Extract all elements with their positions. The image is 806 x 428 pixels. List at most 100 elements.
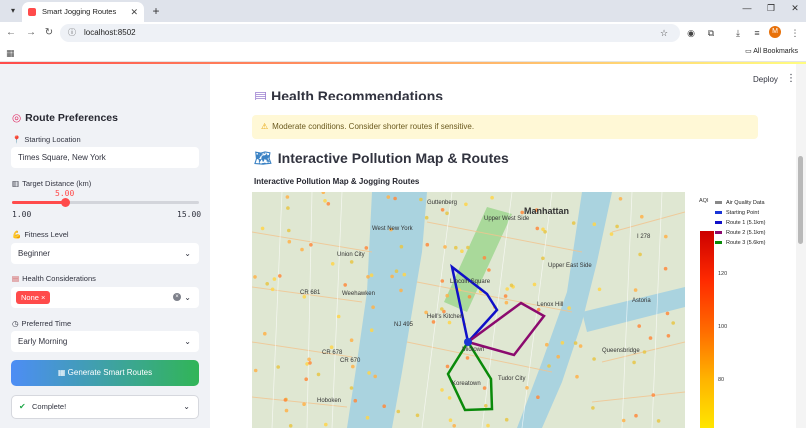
air-quality-dot	[276, 365, 280, 369]
close-tab-icon[interactable]: ✕	[130, 2, 138, 22]
bookmarks-bar: ▦ ▭ All Bookmarks	[0, 44, 806, 62]
starting-location-label: 📍 Starting Location	[12, 135, 81, 144]
tab-search-icon[interactable]: ▾	[6, 4, 20, 18]
media-icon[interactable]: ≡	[750, 26, 764, 40]
air-quality-dot	[445, 364, 450, 369]
air-quality-dot	[440, 307, 444, 311]
tab-title: Smart Jogging Routes	[42, 7, 117, 16]
target-icon: ◎	[12, 112, 22, 124]
site-info-icon[interactable]: ⓘ	[68, 24, 76, 42]
air-quality-dot	[591, 406, 595, 410]
air-quality-dot	[399, 288, 403, 293]
air-quality-dot	[567, 306, 571, 310]
deploy-button[interactable]: Deploy	[753, 75, 778, 84]
air-quality-dot	[615, 224, 619, 229]
map-icon: 🗺	[254, 150, 272, 166]
download-icon[interactable]: ⤓	[731, 26, 745, 40]
air-quality-dot	[371, 305, 375, 309]
starting-location-input[interactable]: Times Square, New York	[11, 147, 199, 168]
apps-grid-icon[interactable]: ▦	[6, 48, 15, 59]
url-text: localhost:8502	[84, 28, 136, 37]
map-subheading: Interactive Pollution Map & Jogging Rout…	[254, 177, 420, 186]
forward-icon[interactable]: →	[24, 26, 38, 40]
scroll-thumb[interactable]	[798, 156, 803, 244]
map-place-label: CR 678	[322, 350, 343, 356]
air-quality-dot	[633, 288, 638, 292]
extensions-puzzle-icon[interactable]: ⧉	[704, 26, 718, 40]
air-quality-dot	[272, 277, 277, 281]
air-quality-dot	[454, 245, 458, 250]
air-quality-dot	[447, 396, 452, 400]
health-multiselect[interactable]: None × × ⌄	[11, 287, 199, 308]
clock-icon: ◷	[12, 319, 19, 328]
back-icon[interactable]: ←	[4, 26, 18, 40]
legend-label: Route 1 (5.1km)	[726, 220, 766, 226]
air-quality-dot	[300, 247, 304, 252]
browser-tab[interactable]: Smart Jogging Routes ✕	[22, 2, 144, 22]
muscle-icon: 💪	[12, 230, 22, 239]
legend-swatch	[715, 201, 722, 205]
air-quality-dot	[592, 222, 597, 226]
map-icon: ▦	[57, 368, 68, 377]
air-quality-dot	[367, 371, 371, 375]
pin-icon: 📍	[12, 135, 22, 144]
air-quality-dot	[445, 211, 449, 216]
address-bar[interactable]: ⓘ localhost:8502	[60, 24, 680, 42]
preferred-time-select[interactable]: Early Morning ⌄	[11, 331, 199, 352]
restore-icon[interactable]: ❐	[764, 3, 778, 14]
fitness-level-select[interactable]: Beginner ⌄	[11, 243, 199, 264]
air-quality-dot	[578, 344, 583, 348]
map-place-label: West New York	[372, 226, 414, 232]
air-quality-dot	[364, 246, 369, 250]
legend-swatch	[715, 231, 722, 235]
generate-routes-button[interactable]: ▦ Generate Smart Routes	[11, 360, 199, 386]
air-quality-dot	[390, 274, 394, 279]
menu-kebab-icon[interactable]: ⋮	[788, 26, 802, 40]
map-canvas[interactable]: Guttenberg Upper West SideManhattan West N…	[252, 192, 685, 428]
minimize-icon[interactable]: —	[740, 3, 754, 13]
bookmark-star-icon[interactable]: ☆	[657, 26, 671, 40]
new-tab-button[interactable]: +	[148, 2, 164, 20]
air-quality-dot	[253, 275, 257, 279]
app-menu-icon[interactable]: ⋮	[786, 73, 796, 84]
air-quality-dot	[369, 328, 374, 332]
map-place-label: I 278	[637, 234, 651, 240]
health-icon: ▤	[12, 274, 20, 283]
page-scrollbar[interactable]	[796, 64, 806, 428]
air-quality-dot	[487, 268, 491, 272]
air-quality-dot	[448, 418, 453, 422]
air-quality-dot	[504, 300, 509, 305]
air-quality-dot	[349, 260, 354, 264]
air-quality-dot	[486, 423, 490, 428]
slider-thumb[interactable]	[61, 198, 71, 207]
profile-avatar[interactable]: M	[769, 26, 781, 38]
all-bookmarks[interactable]: ▭ All Bookmarks	[745, 47, 798, 55]
colorbar-tick: 100	[718, 324, 728, 330]
map-place-label: Queensbridge	[602, 348, 640, 354]
air-quality-dot	[343, 283, 347, 287]
pollution-map[interactable]: Guttenberg Upper West Side Manhattan West N…	[252, 192, 685, 428]
air-quality-dot	[396, 409, 401, 414]
air-quality-dot	[637, 324, 641, 328]
browser-tab-strip: ▾ Smart Jogging Routes ✕ + — ❐ ✕	[0, 0, 806, 22]
air-quality-dot	[373, 374, 377, 379]
air-quality-dot	[386, 195, 391, 199]
map-place-label: CR 670	[340, 358, 361, 364]
chip-remove-icon[interactable]: ×	[41, 293, 45, 302]
air-quality-dot	[665, 311, 670, 316]
health-considerations-label: ▤ Health Considerations	[12, 274, 96, 283]
air-quality-dot	[648, 336, 653, 340]
air-quality-dot	[466, 245, 470, 250]
starting-point-marker[interactable]	[464, 338, 472, 346]
sidebar: ◎ Route Preferences 📍 Starting Location Ti…	[0, 64, 210, 428]
distance-slider[interactable]	[12, 198, 199, 207]
extension-icon[interactable]: ◉	[684, 26, 698, 40]
reload-icon[interactable]: ↻	[42, 26, 56, 40]
air-quality-dot	[621, 418, 626, 423]
air-quality-dot	[270, 287, 275, 292]
health-chip[interactable]: None ×	[16, 291, 51, 304]
close-window-icon[interactable]: ✕	[788, 3, 802, 14]
clear-all-icon[interactable]: ×	[173, 293, 181, 301]
status-expander[interactable]: ✔ Complete! ⌄	[11, 395, 199, 419]
colorbar-tick: 120	[718, 271, 728, 277]
